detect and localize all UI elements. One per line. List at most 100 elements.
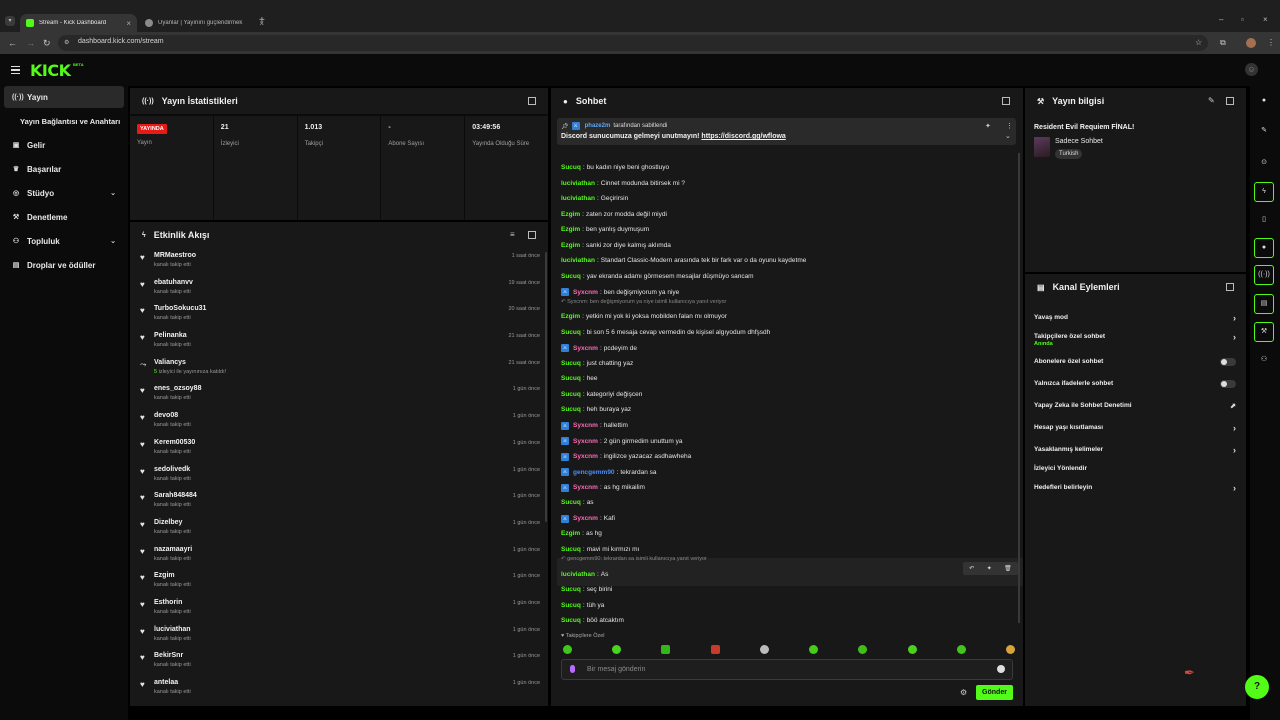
- document-icon[interactable]: ▯: [1254, 210, 1274, 230]
- extensions-icon[interactable]: ⧉: [1220, 38, 1226, 48]
- sidebar-item-denetleme[interactable]: ⚒ Denetleme: [4, 206, 124, 228]
- reply-icon[interactable]: ↶: [969, 565, 974, 572]
- chat-message[interactable]: luciviathan: Standart Classic-Modern aras…: [561, 257, 806, 264]
- emote-icon[interactable]: [858, 645, 868, 654]
- more-options-icon[interactable]: ⋮: [1006, 122, 1013, 130]
- activity-username[interactable]: Pelinanka: [154, 332, 187, 339]
- popout-icon[interactable]: [528, 97, 536, 105]
- chat-input[interactable]: Bir mesaj gönderin: [561, 659, 1013, 680]
- send-button[interactable]: Gönder: [976, 685, 1013, 700]
- emote-icon[interactable]: [661, 645, 671, 654]
- chat-input-placeholder[interactable]: Bir mesaj gönderin: [587, 666, 645, 673]
- site-info-icon[interactable]: ⚙: [64, 39, 71, 46]
- chat-message[interactable]: ⚔ Syxcnm:2 gün girmedim unuttum ya: [561, 437, 683, 445]
- chat-message[interactable]: Sucuq: hee: [561, 375, 598, 382]
- sidebar-item-basarilar[interactable]: ♛ Başarılar: [4, 158, 124, 180]
- toggle-switch[interactable]: [1220, 380, 1236, 388]
- pinned-by-user[interactable]: phaze2m: [585, 123, 611, 129]
- window-close-icon[interactable]: ×: [1263, 15, 1268, 24]
- tab-kick-dashboard[interactable]: Stream - Kick Dashboard ×: [20, 14, 137, 32]
- chat-username[interactable]: Sucuq: [561, 273, 581, 280]
- chat-message[interactable]: ⚔ Syxcnm: ben değişmiyorum ya niye: [561, 288, 679, 296]
- chat-username[interactable]: Ezgim: [561, 211, 580, 218]
- close-icon[interactable]: ×: [126, 19, 131, 28]
- minimize-icon[interactable]: –: [1219, 15, 1223, 24]
- wrench-icon[interactable]: ⚒: [1254, 322, 1274, 342]
- channel-action-item[interactable]: Yavaş mod ›: [1034, 314, 1238, 323]
- emote-icon[interactable]: [710, 645, 720, 654]
- channel-action-item[interactable]: İzleyici Yönlendir: [1034, 465, 1238, 472]
- chat-message[interactable]: Sucuq: heh buraya yaz: [561, 406, 631, 413]
- emote-icon[interactable]: [956, 645, 966, 654]
- edit-icon[interactable]: ✎: [1208, 96, 1215, 105]
- channel-action-item[interactable]: Hedefleri belirleyin ›: [1034, 484, 1238, 493]
- emote-icon[interactable]: [1005, 645, 1015, 654]
- sidebar-item-topluluk[interactable]: ⚇ Topluluk ⌄: [4, 230, 124, 252]
- chat-message[interactable]: ⚔ Syxcnm: ingilizce yazacaz asdhawheha: [561, 452, 691, 461]
- hamburger-menu-icon[interactable]: [11, 66, 20, 74]
- forward-icon[interactable]: →: [26, 38, 35, 48]
- toggle-switch[interactable]: [1220, 358, 1236, 366]
- url-text[interactable]: dashboard.kick.com/stream: [78, 38, 164, 45]
- activity-username[interactable]: MRMaestroo: [154, 252, 196, 259]
- chat-message[interactable]: luciviathan: As: [561, 571, 608, 578]
- chat-message[interactable]: Sucuq: as: [561, 499, 594, 506]
- sidebar-item-droplar[interactable]: ▤ Droplar ve ödüller: [4, 254, 124, 276]
- kick-logo[interactable]: KICK: [30, 61, 71, 80]
- chat-message[interactable]: ⚔ Syxcnm: Kafi: [561, 514, 615, 523]
- popout-icon[interactable]: [528, 231, 536, 239]
- emote-icon[interactable]: [759, 645, 769, 654]
- maximize-icon[interactable]: ▫: [1241, 15, 1244, 24]
- channel-action-item[interactable]: Yalnızca ifadelerle sohbet: [1034, 380, 1238, 388]
- broadcast-icon[interactable]: ((·)): [1254, 265, 1274, 285]
- chat-username[interactable]: Sucuq: [561, 406, 581, 413]
- popout-icon[interactable]: [1002, 97, 1010, 105]
- chat-message[interactable]: Ezgim: yetkin mi yok ki yoksa mobilden fa…: [561, 313, 727, 320]
- activity-username[interactable]: Ezgim: [154, 572, 175, 579]
- chat-message[interactable]: Sucuq: bu kadın niye beni ghostluyo: [561, 164, 669, 171]
- chat-username[interactable]: Ezgim: [561, 313, 580, 320]
- chat-username[interactable]: Syxcnm: [573, 453, 598, 460]
- gear-icon[interactable]: ⚙: [960, 688, 967, 697]
- chat-message[interactable]: luciviathan: Cinnet modunda bitirsek mi ?: [561, 180, 685, 187]
- mic-icon[interactable]: [570, 665, 575, 673]
- channel-action-item[interactable]: Takipçilere özel sohbet Anında ›: [1034, 333, 1238, 348]
- chat-username[interactable]: Ezgim: [561, 226, 580, 233]
- chevron-right-icon[interactable]: ›: [1233, 446, 1236, 455]
- chart-icon[interactable]: ⬈: [1230, 402, 1236, 411]
- filter-icon[interactable]: ≡: [510, 230, 515, 239]
- user-avatar[interactable]: ☺: [1245, 63, 1258, 76]
- activity-username[interactable]: antelaa: [154, 679, 178, 686]
- list-icon[interactable]: ▤: [1254, 294, 1274, 314]
- activity-username[interactable]: Esthorin: [154, 599, 182, 606]
- chat-username[interactable]: Syxcnm: [573, 289, 598, 296]
- chat-message[interactable]: ⚔ gencgemm90: tekrardan sa: [561, 468, 657, 476]
- community-icon[interactable]: ⚇: [1254, 350, 1274, 370]
- popout-icon[interactable]: [1226, 97, 1234, 105]
- chat-username[interactable]: luciviathan: [561, 180, 595, 187]
- chevron-right-icon[interactable]: ›: [1233, 484, 1236, 493]
- lightning-icon[interactable]: ϟ: [1254, 182, 1274, 202]
- activity-username[interactable]: ebatuhanvv: [154, 279, 193, 286]
- edit-icon[interactable]: ✎: [1254, 121, 1274, 141]
- chat-message[interactable]: luciviathan: Geçirirsin: [561, 195, 628, 202]
- chat-message[interactable]: Ezgim: sanki zor diye kalmış aklımda: [561, 242, 671, 249]
- chat-username[interactable]: luciviathan: [561, 257, 595, 264]
- chevron-right-icon[interactable]: ›: [1233, 314, 1236, 323]
- scrollbar[interactable]: [1018, 153, 1020, 623]
- chat-username[interactable]: Sucuq: [561, 617, 581, 624]
- chat-username[interactable]: luciviathan: [561, 571, 595, 578]
- activity-username[interactable]: enes_ozsoy88: [154, 385, 201, 392]
- sidebar-item-stream-key[interactable]: Yayın Bağlantısı ve Anahtarı: [4, 110, 124, 132]
- channel-action-item[interactable]: Yapay Zeka ile Sohbet Denetimi ⬈: [1034, 402, 1238, 411]
- activity-username[interactable]: nazamaayri: [154, 546, 192, 553]
- channel-action-item[interactable]: Yasaklanmış kelimeler ›: [1034, 446, 1238, 455]
- discord-link[interactable]: https://discord.gg/wflowa: [701, 133, 785, 140]
- chat-username[interactable]: Syxcnm: [573, 438, 598, 445]
- more-menu-icon[interactable]: ⋮: [1267, 38, 1275, 47]
- chat-username[interactable]: Sucuq: [561, 360, 581, 367]
- channel-action-item[interactable]: Hesap yaşı kısıtlaması ›: [1034, 424, 1238, 433]
- activity-username[interactable]: Kerem00530: [154, 439, 195, 446]
- emoji-picker-icon[interactable]: [997, 665, 1005, 673]
- chevron-right-icon[interactable]: ›: [1233, 333, 1236, 342]
